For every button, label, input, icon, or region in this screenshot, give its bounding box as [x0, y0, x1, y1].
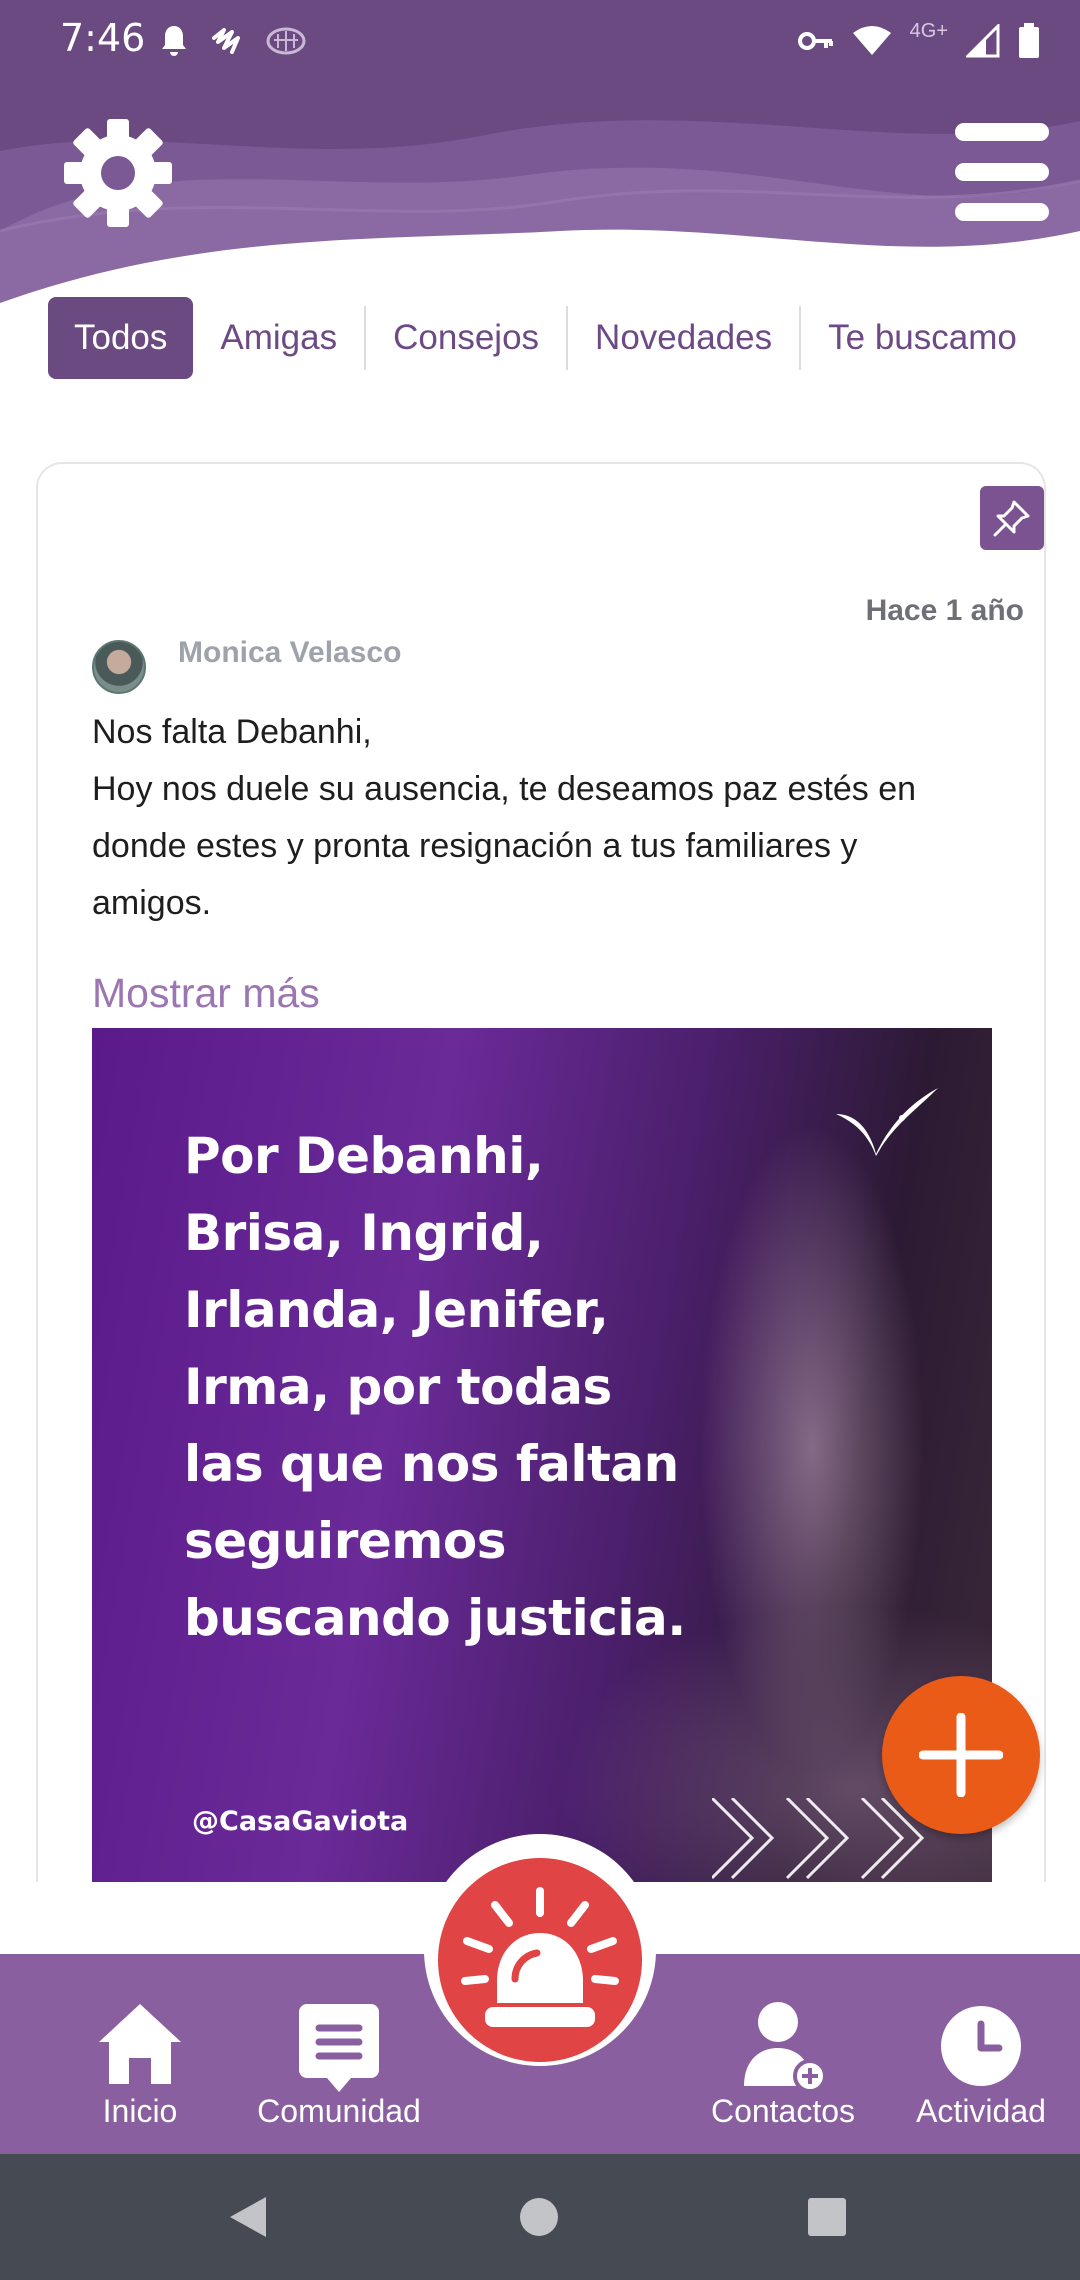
- battery-icon: [1019, 23, 1039, 58]
- pin-icon: [993, 500, 1030, 537]
- post-card: Hace 1 año Monica Velasco Nos falta Deba…: [36, 462, 1046, 1882]
- add-post-button[interactable]: [882, 1676, 1040, 1834]
- pin-button[interactable]: [980, 486, 1044, 550]
- post-text-line: donde estes y pronta resignación a tus f…: [92, 827, 858, 865]
- image-caption-line: Brisa, Ingrid,: [184, 1204, 544, 1262]
- settings-button[interactable]: [62, 117, 174, 229]
- image-caption-line: buscando justicia.: [184, 1589, 686, 1647]
- image-caption-line: Irlanda, Jenifer,: [184, 1281, 609, 1339]
- home-icon: [99, 2004, 181, 2084]
- nav-label: Comunidad: [257, 2093, 421, 2129]
- gear-icon: [64, 119, 172, 227]
- community-icon: [299, 2004, 379, 2092]
- plus-icon: [919, 1713, 1003, 1797]
- post-author[interactable]: Monica Velasco: [178, 636, 401, 670]
- menu-button[interactable]: [955, 123, 1049, 223]
- signal-icon: [966, 24, 1000, 58]
- recents-square-icon[interactable]: [806, 2196, 848, 2238]
- post-body: Nos falta Debanhi, Hoy nos duele su ause…: [92, 704, 1022, 932]
- post-time-ago: Hace 1 año: [865, 594, 1024, 627]
- nav-comunidad[interactable]: Comunidad: [246, 1954, 432, 2154]
- wifi-icon: [852, 26, 891, 55]
- alarm-button[interactable]: [438, 1858, 642, 2062]
- nav-label: Actividad: [916, 2093, 1046, 2129]
- tab-amigas[interactable]: Amigas: [193, 306, 367, 370]
- image-caption-line: las que nos faltan: [184, 1435, 679, 1493]
- nav-label: Inicio: [102, 2093, 178, 2129]
- app-screen: 7:46 4G+ Todos Amigas Consejos Novedades…: [0, 0, 1080, 2280]
- post-text-line: Nos falta Debanhi,: [92, 713, 372, 751]
- nav-inicio[interactable]: Inicio: [60, 1954, 220, 2154]
- image-handle: @CasaGaviota: [192, 1806, 409, 1837]
- network-type: 4G+: [909, 19, 948, 42]
- image-caption-line: Por Debanhi,: [184, 1127, 544, 1185]
- home-circle-icon[interactable]: [518, 2196, 560, 2238]
- system-navigation-bar: [0, 2154, 1080, 2280]
- back-icon[interactable]: [226, 2194, 272, 2240]
- image-caption: Por Debanhi, Brisa, Ingrid, Irlanda, Jen…: [184, 1118, 704, 1657]
- tab-consejos[interactable]: Consejos: [366, 306, 569, 370]
- post-text-line: Hoy nos duele su ausencia, te deseamos p…: [92, 770, 917, 808]
- header: [0, 81, 1080, 311]
- image-caption-line: Irma, por todas: [184, 1358, 612, 1416]
- tab-todos[interactable]: Todos: [48, 297, 194, 379]
- image-caption-line: seguiremos: [184, 1512, 506, 1570]
- brain-icon: [266, 27, 306, 55]
- author-avatar[interactable]: [92, 640, 146, 694]
- clock-icon: [941, 2006, 1021, 2086]
- status-bar: 7:46 4G+: [0, 0, 1080, 81]
- nav-contactos[interactable]: Contactos: [700, 1954, 866, 2154]
- squiggle-icon: [212, 28, 240, 54]
- nav-label: Contactos: [710, 2093, 856, 2129]
- tab-novedades[interactable]: Novedades: [568, 306, 802, 370]
- post-text-line: amigos.: [92, 884, 212, 922]
- post-image[interactable]: Por Debanhi, Brisa, Ingrid, Irlanda, Jen…: [92, 1028, 992, 1882]
- bell-icon: [162, 26, 186, 56]
- seagull-logo-icon: [836, 1088, 938, 1156]
- contacts-icon: [744, 2002, 827, 2092]
- show-more-link[interactable]: Mostrar más: [92, 970, 320, 1017]
- alarm-siren-icon: [461, 1887, 619, 2027]
- status-time: 7:46: [60, 16, 146, 60]
- category-tabs: Todos Amigas Consejos Novedades Te busca…: [48, 297, 1048, 379]
- hamburger-menu-icon: [955, 123, 1049, 221]
- key-icon: [797, 32, 833, 50]
- nav-actividad[interactable]: Actividad: [898, 1954, 1064, 2154]
- tab-te-buscamos[interactable]: Te buscamo: [801, 306, 1044, 370]
